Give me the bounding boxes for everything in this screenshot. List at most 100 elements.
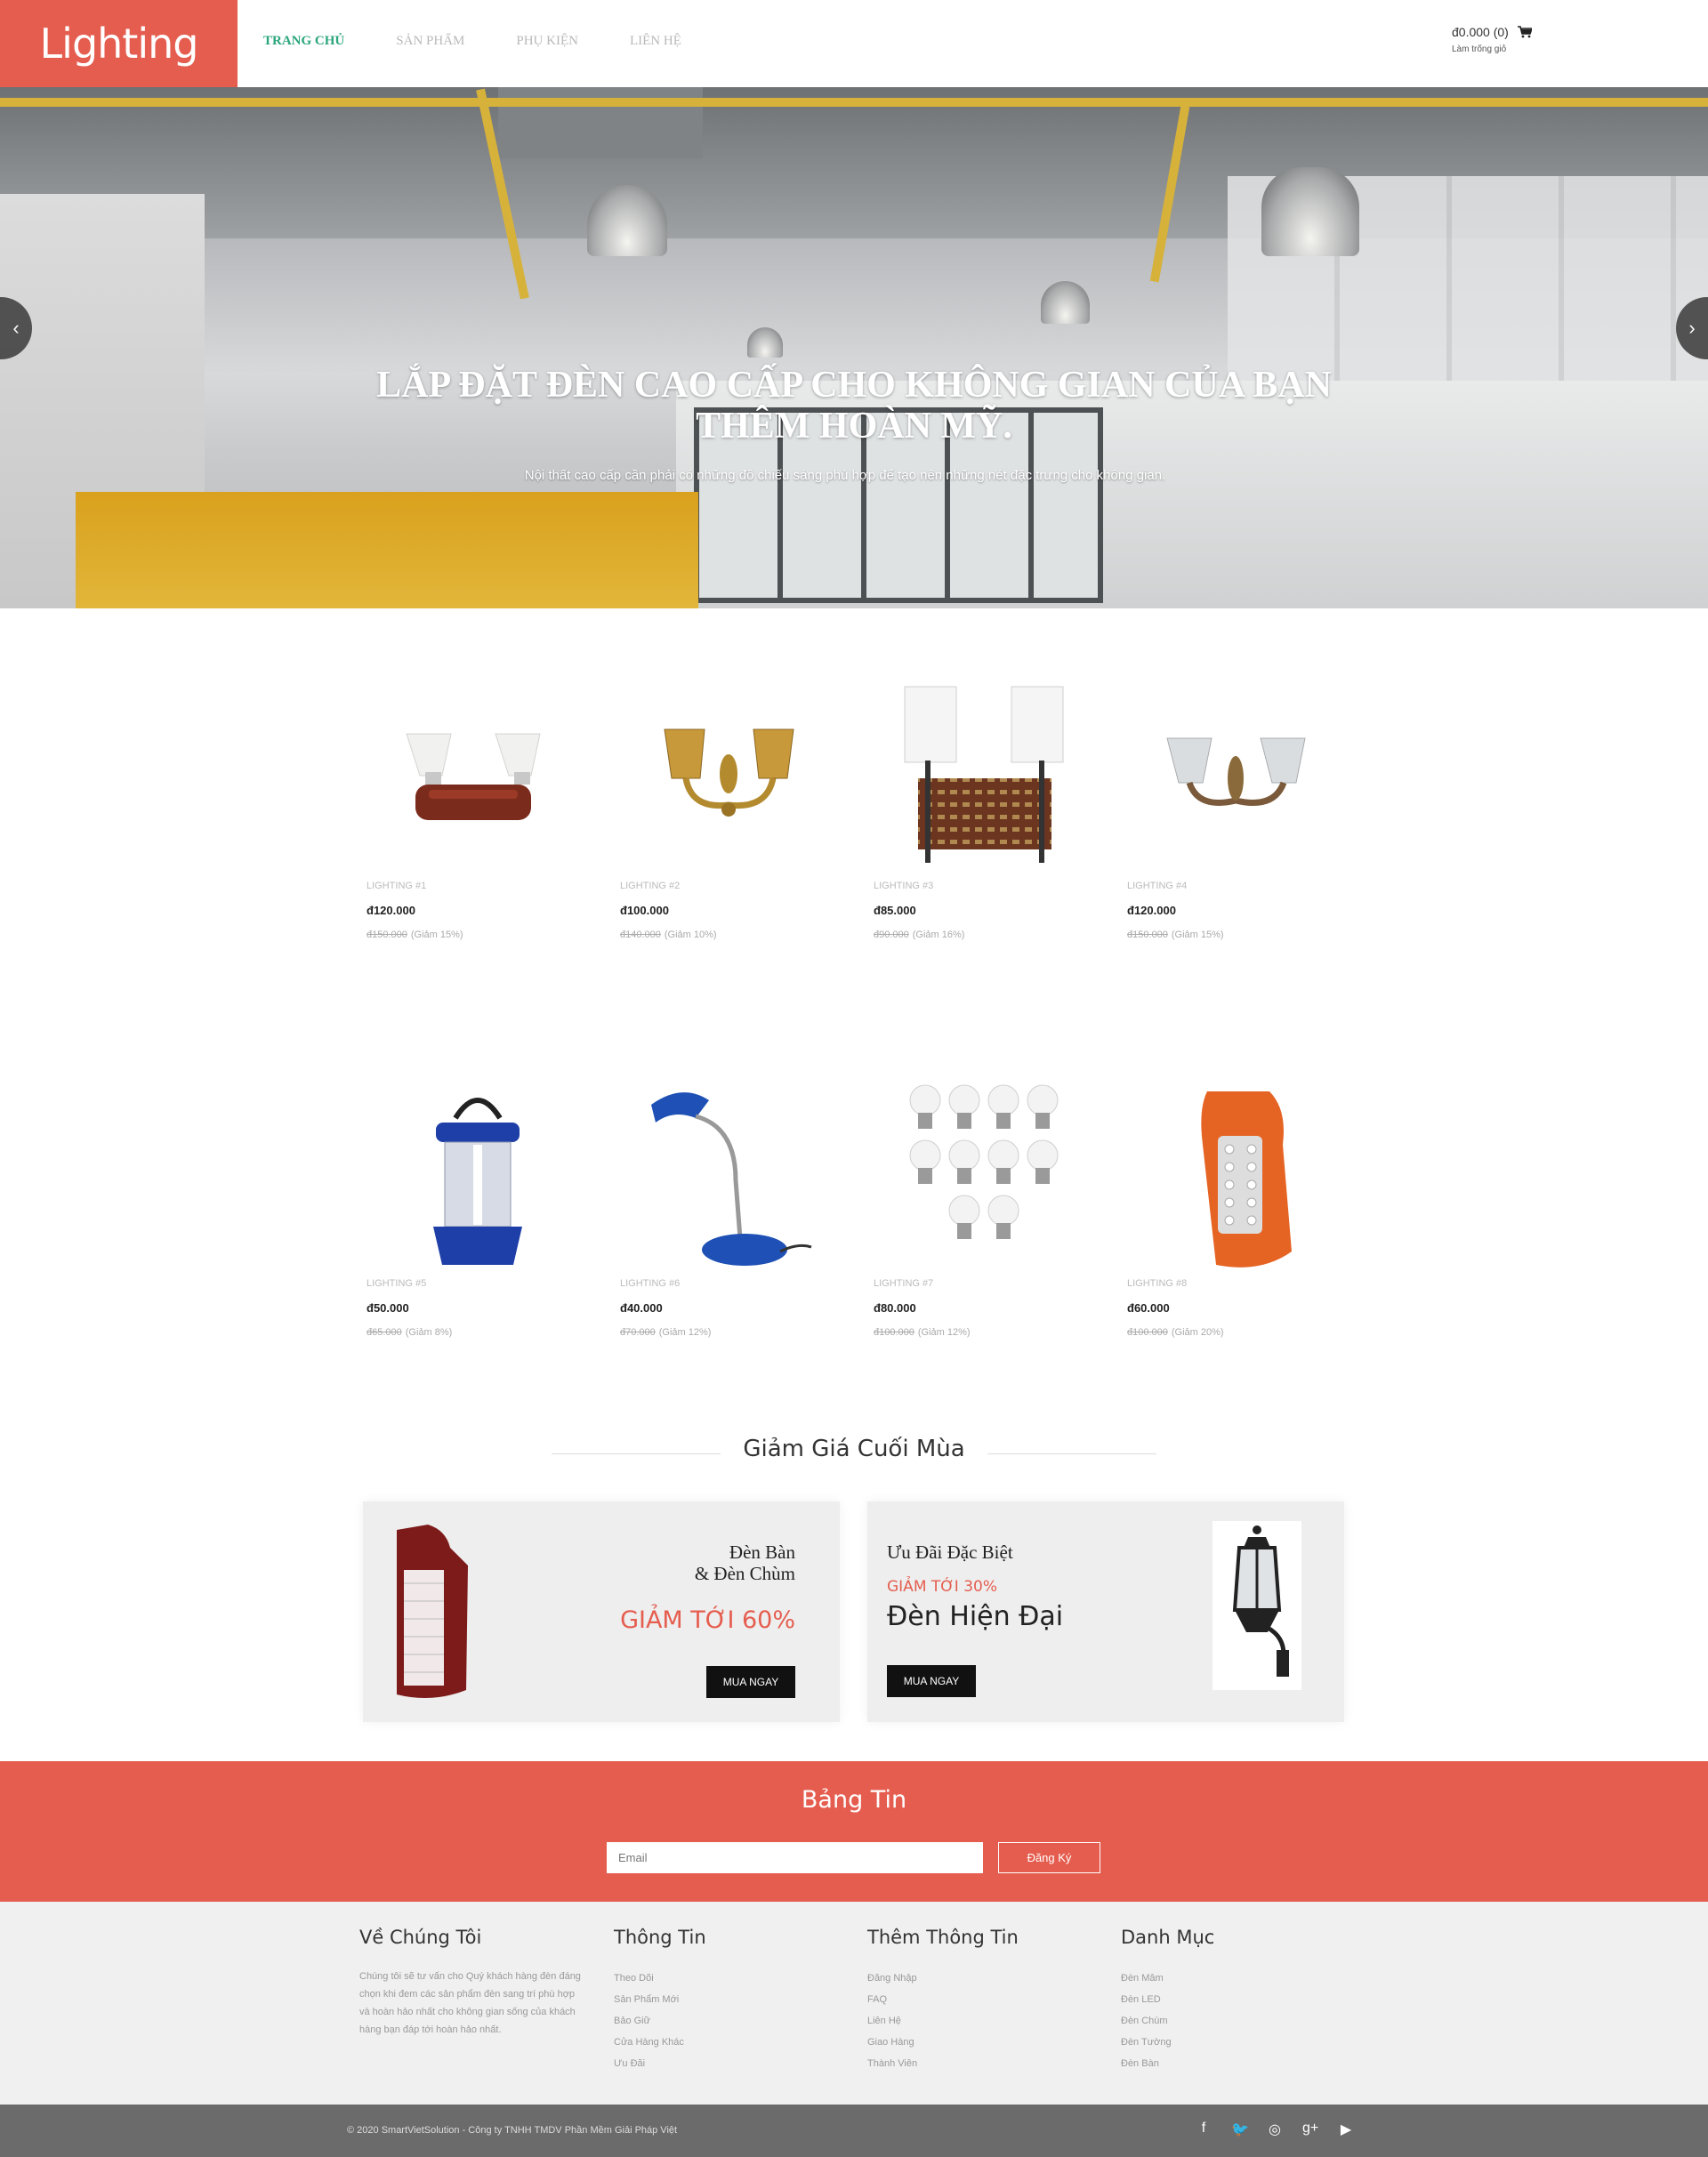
bulb-icon [948, 1195, 980, 1239]
footer-link[interactable]: Đăng Nhập [867, 1968, 1099, 1989]
sale-title: Giảm Giá Cuối Mùa [743, 1436, 965, 1462]
footer-more-title: Thêm Thông Tin [867, 1927, 1019, 1948]
emergency-lamp-icon [397, 1525, 468, 1698]
product-old-price: đ65.000 (Giảm 8%) [367, 1327, 453, 1338]
product-old-price: đ140.000 (Giảm 10%) [620, 930, 717, 940]
newsletter-title: Bảng Tin [801, 1786, 907, 1814]
product-card[interactable]: LIGHTING #2 đ100.000 đ140.000 (Giảm 10%) [620, 676, 842, 940]
desk-lamp-icon[interactable] [620, 1074, 842, 1278]
product-price: đ120.000 [1127, 904, 1176, 917]
footer-link[interactable]: Sản Phẩm Mới [614, 1989, 845, 2010]
pendant-lamp-icon [1041, 281, 1090, 324]
emergency-lamp-icon[interactable] [1127, 1074, 1349, 1278]
twitter-icon[interactable]: 🐦 [1231, 2121, 1249, 2138]
footer-link[interactable]: Đèn LED [1121, 1989, 1352, 2010]
cart-total[interactable]: đ0.000 (0) [1452, 25, 1509, 39]
youtube-icon[interactable]: ▶ [1338, 2121, 1354, 2138]
footer-link[interactable]: Theo Dõi [614, 1968, 845, 1989]
wall-lamp-icon[interactable] [367, 676, 589, 881]
product-price: đ80.000 [874, 1301, 916, 1315]
promo-left-offer: GIẢM TỚI 60% [620, 1606, 795, 1634]
subscribe-button[interactable]: Đăng Ký [998, 1842, 1100, 1873]
footer-link[interactable]: Đèn Tường [1121, 2032, 1352, 2053]
lantern-icon[interactable] [367, 1074, 589, 1278]
footer-link[interactable]: Giao Hàng [867, 2032, 1099, 2053]
product-name: LIGHTING #8 [1127, 1278, 1188, 1289]
nav-accessories[interactable]: PHỤ KIỆN [516, 34, 578, 49]
footer-bottom-bar: © 2020 SmartVietSolution - Công ty TNHH … [0, 2105, 1708, 2157]
buy-now-button[interactable]: MUA NGAY [706, 1666, 795, 1698]
wall-lamp-icon[interactable] [1127, 676, 1349, 881]
product-price: đ60.000 [1127, 1301, 1170, 1315]
product-card[interactable]: LIGHTING #3 đ85.000 đ90.000 (Giảm 16%) [874, 676, 1096, 940]
bulb-icon [948, 1084, 980, 1129]
bulb-icon [1027, 1084, 1059, 1129]
product-card[interactable]: LIGHTING #6 đ40.000 đ70.000 (Giảm 12%) [620, 1074, 842, 1338]
footer-categories: Danh Mục Đèn Mâm Đèn LED Đèn Chùm Đèn Tư… [1121, 1927, 1352, 2074]
footer-link[interactable]: Đèn Mâm [1121, 1968, 1352, 1989]
footer-link[interactable]: Bảo Giữ [614, 2010, 845, 2032]
logo[interactable]: Lighting [0, 0, 238, 87]
promo-left-line2: & Đèn Chùm [694, 1563, 795, 1584]
footer-link[interactable]: Liên Hệ [867, 2010, 1099, 2032]
product-old-price: đ90.000 (Giảm 16%) [874, 930, 965, 940]
hero-pipe [0, 98, 1708, 107]
product-card[interactable]: LIGHTING #8 đ60.000 đ100.000 (Giảm 20%) [1127, 1074, 1349, 1338]
pendant-lamp-icon [747, 327, 783, 358]
product-card[interactable]: LIGHTING #7 đ80.000 đ100.000 (Giảm 12%) [874, 1074, 1096, 1338]
wall-lamp-icon[interactable] [620, 676, 842, 881]
hero-counter [76, 492, 698, 608]
product-name: LIGHTING #2 [620, 881, 681, 891]
product-old-price: đ100.000 (Giảm 20%) [1127, 1327, 1224, 1338]
newsletter-section: Bảng Tin Đăng Ký [0, 1761, 1708, 1902]
social-links: f 🐦 ◎ g+ ▶ [1196, 2121, 1354, 2138]
product-old-price: đ70.000 (Giảm 12%) [620, 1327, 712, 1338]
bulb-icon [948, 1139, 980, 1184]
product-card[interactable]: LIGHTING #1 đ120.000 đ150.000 (Giảm 15%) [367, 676, 589, 940]
promo-right-offer: GIẢM TỚI 30% [887, 1578, 997, 1596]
bulb-icon [987, 1084, 1019, 1129]
product-name: LIGHTING #4 [1127, 881, 1188, 891]
copyright: © 2020 SmartVietSolution - Công ty TNHH … [347, 2125, 678, 2136]
product-price: đ40.000 [620, 1301, 663, 1315]
chevron-left-icon[interactable]: ‹ [12, 317, 19, 340]
footer-link[interactable]: FAQ [867, 1989, 1099, 2010]
site-header: Lighting TRANG CHỦ SẢN PHẨM PHỤ KIỆN LIÊ… [0, 0, 1708, 87]
bulb-icon [909, 1084, 941, 1129]
cart-icon[interactable] [1517, 26, 1532, 38]
product-name: LIGHTING #5 [367, 1278, 427, 1289]
product-old-price: đ150.000 (Giảm 15%) [367, 930, 463, 940]
footer-link[interactable]: Đèn Bàn [1121, 2053, 1352, 2074]
footer-more: Thêm Thông Tin Đăng Nhập FAQ Liên Hệ Gia… [867, 1927, 1099, 2074]
nav-products[interactable]: SẢN PHẨM [396, 34, 464, 49]
cart[interactable]: đ0.000 (0) Làm trống giỏ [1452, 25, 1532, 54]
bulb-icon [987, 1195, 1019, 1239]
hero-banner: LẮP ĐẶT ĐÈN CAO CẤP CHO KHÔNG GIAN CỦA B… [0, 87, 1708, 608]
bulb-icon [987, 1139, 1019, 1184]
product-card[interactable]: LIGHTING #4 đ120.000 đ150.000 (Giảm 15%) [1127, 676, 1349, 940]
divider [987, 1453, 1156, 1454]
bulbs-icon[interactable] [874, 1074, 1096, 1278]
google-plus-icon[interactable]: g+ [1302, 2121, 1318, 2138]
nav-home[interactable]: TRANG CHỦ [263, 34, 344, 49]
wall-lamp-icon[interactable] [874, 676, 1096, 881]
footer-link[interactable]: Cửa Hàng Khác [614, 2032, 845, 2053]
product-name: LIGHTING #6 [620, 1278, 681, 1289]
bulb-icon [909, 1139, 941, 1184]
cart-clear-link[interactable]: Làm trống giỏ [1452, 44, 1532, 54]
buy-now-button[interactable]: MUA NGAY [887, 1665, 976, 1697]
footer-link[interactable]: Đèn Chùm [1121, 2010, 1352, 2032]
main-nav: TRANG CHỦ SẢN PHẨM PHỤ KIỆN LIÊN HỆ [263, 34, 681, 49]
facebook-icon[interactable]: f [1196, 2121, 1212, 2138]
product-card[interactable]: LIGHTING #5 đ50.000 đ65.000 (Giảm 8%) [367, 1074, 589, 1338]
dribbble-icon[interactable]: ◎ [1267, 2121, 1283, 2138]
hero-description: Nội thất cao cấp cần phải có những đồ ch… [524, 468, 1166, 483]
chevron-right-icon[interactable]: › [1688, 317, 1695, 340]
email-input[interactable] [607, 1842, 983, 1873]
product-name: LIGHTING #7 [874, 1278, 934, 1289]
footer-info-title: Thông Tin [614, 1927, 706, 1948]
footer-link[interactable]: Thành Viên [867, 2053, 1099, 2074]
footer-link[interactable]: Ưu Đãi [614, 2053, 845, 2074]
product-old-price: đ100.000 (Giảm 12%) [874, 1327, 971, 1338]
nav-contact[interactable]: LIÊN HỆ [630, 34, 681, 49]
